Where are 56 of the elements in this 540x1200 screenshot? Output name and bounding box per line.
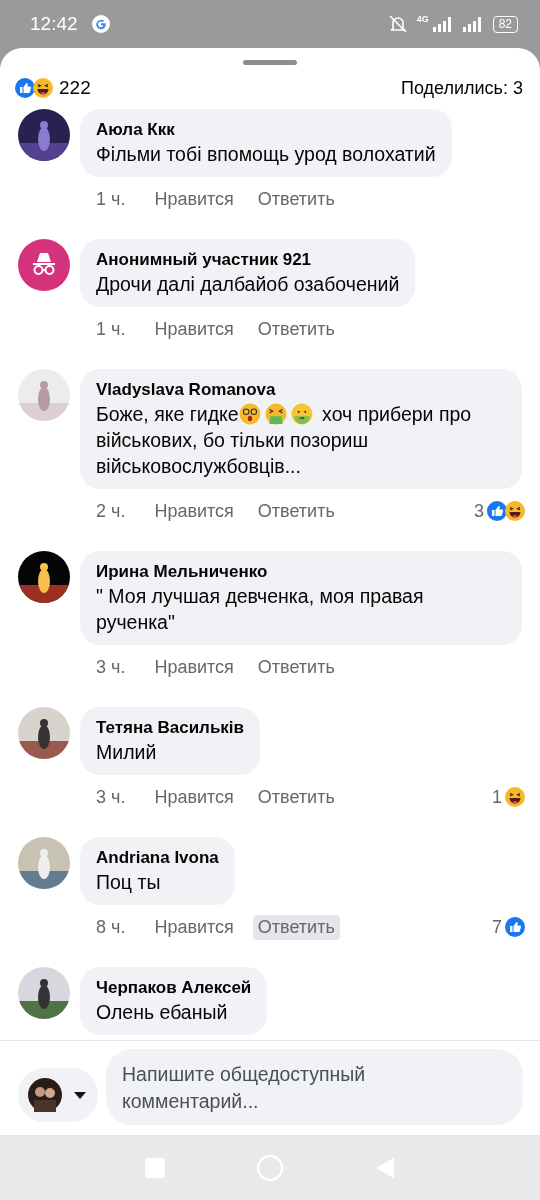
laughing-face-icon	[505, 501, 525, 521]
comment-text: Поц ты	[96, 870, 162, 895]
comment-text: Дрочи далі далбайоб озабочений	[96, 272, 400, 297]
like-link[interactable]: Нравится	[149, 316, 239, 342]
thumbs-up-icon	[505, 917, 525, 937]
author-name[interactable]: Аюла Ккк	[96, 119, 436, 141]
like-link[interactable]: Нравится	[149, 654, 239, 680]
comment-text: Боже, яке гидке хоч прибери про військових, бо тільки позориш військовослужбовців...	[96, 402, 473, 479]
author-name[interactable]: Andriana Ivona	[96, 847, 219, 869]
shares-count[interactable]: Поделились: 3	[401, 77, 523, 99]
nauseated-face-icon	[290, 403, 313, 425]
profile-switcher[interactable]	[18, 1068, 98, 1122]
reply-link[interactable]: Ответить	[252, 654, 340, 680]
comment-text: " Моя лучшая девченка, моя правая рученка"	[96, 584, 425, 635]
laughing-face-icon	[505, 787, 525, 807]
comment-text: Фільми тобі впомощь урод волохатий	[96, 142, 436, 167]
clock: 12:42	[30, 13, 78, 35]
reply-link[interactable]: Ответить	[252, 914, 340, 940]
like-link[interactable]: Нравится	[149, 914, 239, 940]
comment-time: 1 ч.	[96, 318, 126, 340]
author-name[interactable]: Черпаков Алексей	[96, 977, 252, 999]
comment-text: Олень ебаный	[96, 1000, 229, 1025]
reply-link[interactable]: Ответить	[252, 316, 340, 342]
comment-time: 1 ч.	[96, 188, 126, 210]
comment-time: 8 ч.	[96, 916, 126, 938]
network-label: 4G	[416, 14, 429, 24]
author-name[interactable]: Vladyslava Romanova	[96, 379, 506, 401]
like-link[interactable]: Нравится	[149, 186, 239, 212]
thumbs-up-icon	[487, 501, 507, 521]
author-name[interactable]: Ирина Мельниченко	[96, 561, 506, 583]
reaction-count[interactable]: 3	[474, 500, 484, 522]
caret-icon	[74, 1091, 86, 1099]
reaction-count[interactable]: 222	[59, 77, 91, 99]
drag-handle[interactable]	[243, 60, 297, 65]
muted-bell-icon	[386, 14, 409, 34]
vomiting-face-icon	[264, 403, 287, 425]
dizzy-face-icon	[238, 403, 261, 425]
reply-link[interactable]: Ответить	[252, 498, 340, 524]
thumbs-up-icon	[15, 78, 35, 98]
comment-text: Милий	[96, 740, 158, 765]
reply-link[interactable]: Ответить	[252, 784, 340, 810]
battery-indicator: 82	[492, 15, 518, 33]
comment-time: 3 ч.	[96, 786, 126, 808]
google-icon	[91, 15, 110, 33]
reaction-count[interactable]: 7	[492, 916, 502, 938]
author-name[interactable]: Анонимный участник 921	[96, 249, 400, 271]
comment-time: 2 ч.	[96, 500, 126, 522]
comment-time: 3 ч.	[96, 656, 126, 678]
laughing-face-icon	[33, 78, 53, 98]
reaction-count[interactable]: 1	[492, 786, 502, 808]
incognito-avatar-icon[interactable]	[18, 239, 70, 291]
comment-field[interactable]: Напишите общедоступный комментарий...	[106, 1049, 523, 1125]
reply-link[interactable]: Ответить	[252, 186, 340, 212]
like-link[interactable]: Нравится	[149, 784, 239, 810]
like-link[interactable]: Нравится	[149, 498, 239, 524]
author-name[interactable]: Тетяна Васильків	[96, 717, 245, 739]
